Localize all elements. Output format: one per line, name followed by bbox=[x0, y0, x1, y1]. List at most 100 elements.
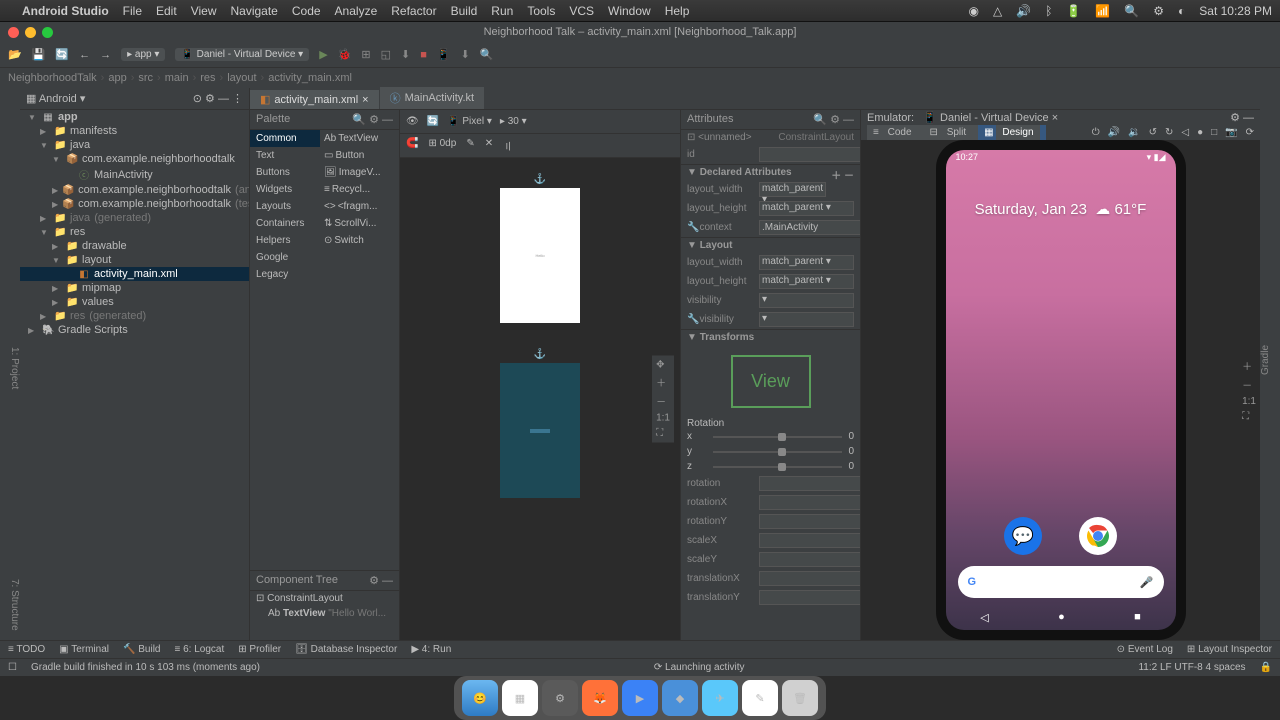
attr-translationx[interactable] bbox=[759, 571, 860, 586]
orientation-icon[interactable]: 🔄 bbox=[427, 116, 439, 127]
mode-code[interactable]: ≡ Code bbox=[867, 125, 924, 140]
menu-edit[interactable]: Edit bbox=[156, 4, 177, 18]
mode-design[interactable]: ▦ Design bbox=[978, 125, 1045, 140]
comp-tree-root[interactable]: ⊡ ConstraintLayout bbox=[250, 591, 399, 606]
pal-scrollview[interactable]: ⇅ ScrollVi... bbox=[320, 215, 399, 232]
volume-icon[interactable]: 🔊 bbox=[1016, 4, 1031, 18]
pal-fragment[interactable]: <> <fragm... bbox=[320, 198, 399, 215]
tab-activity-main[interactable]: ◧activity_main.xml × bbox=[250, 90, 379, 109]
palette-tools[interactable]: 🔍 ⚙ — bbox=[352, 113, 393, 126]
attr-id-input[interactable] bbox=[759, 147, 860, 162]
zoom-fit-icon[interactable]: 1:1 bbox=[656, 413, 670, 424]
dock-settings[interactable]: ⚙ bbox=[542, 680, 578, 716]
mic-icon[interactable]: 🎤 bbox=[1140, 576, 1154, 589]
todo-tab[interactable]: ≡ TODO bbox=[8, 644, 45, 655]
gradle-tab[interactable]: Gradle bbox=[1260, 345, 1271, 375]
emu-rotate-right-icon[interactable]: ↻ bbox=[1165, 127, 1173, 138]
lock-icon[interactable]: 🔒 bbox=[1260, 662, 1272, 673]
emu-rotate-left-icon[interactable]: ↺ bbox=[1149, 127, 1157, 138]
tree-pkg2[interactable]: ▶📦com.example.neighborhoodtalk (androidT… bbox=[20, 183, 249, 197]
dock-quicktime[interactable]: ▶ bbox=[622, 680, 658, 716]
profile-button[interactable]: ◱ bbox=[381, 48, 391, 61]
google-search-bar[interactable]: G 🎤 bbox=[958, 566, 1164, 598]
tree-gradle[interactable]: ▶🐘Gradle Scripts bbox=[20, 323, 249, 337]
dock-firefox[interactable]: 🦊 bbox=[582, 680, 618, 716]
menu-window[interactable]: Window bbox=[608, 4, 651, 18]
traffic-lights[interactable] bbox=[8, 27, 53, 38]
messages-app-icon[interactable]: 💬 bbox=[1004, 517, 1042, 555]
tree-drawable[interactable]: ▶📁drawable bbox=[20, 239, 249, 253]
dock-app3[interactable]: ✎ bbox=[742, 680, 778, 716]
attr-scaley[interactable] bbox=[759, 552, 860, 567]
device-picker[interactable]: 📱 Pixel ▾ bbox=[447, 116, 492, 127]
menu-build[interactable]: Build bbox=[451, 4, 478, 18]
tree-layout[interactable]: ▼📁layout bbox=[20, 253, 249, 267]
tree-activity-main[interactable]: ◧activity_main.xml bbox=[20, 267, 249, 281]
control-center-icon[interactable]: ⚙ bbox=[1153, 4, 1164, 18]
pal-cat-buttons[interactable]: Buttons bbox=[250, 164, 320, 181]
slider-x[interactable] bbox=[713, 436, 842, 438]
emu-device-tab[interactable]: 📱 Daniel - Virtual Device × bbox=[923, 112, 1058, 124]
api-picker[interactable]: ▸ 30 ▾ bbox=[500, 116, 527, 127]
attr-lw[interactable]: match_parent ▾ bbox=[759, 182, 826, 197]
nav-home[interactable]: ● bbox=[1058, 611, 1065, 624]
attr-scalex[interactable] bbox=[759, 533, 860, 548]
zoom-expand-icon[interactable]: ⛶ bbox=[656, 428, 670, 439]
slider-y[interactable] bbox=[713, 451, 842, 453]
pal-switch[interactable]: ⊙ Switch bbox=[320, 232, 399, 249]
mode-split[interactable]: ⊟ Split bbox=[924, 125, 979, 140]
project-settings-icon[interactable]: ⊙ ⚙ — ⋮ bbox=[193, 92, 243, 105]
attr-rotationx[interactable] bbox=[759, 495, 860, 510]
close-tab-icon[interactable]: × bbox=[362, 94, 368, 106]
tree-main-activity[interactable]: ⓒMainActivity bbox=[20, 166, 249, 183]
wifi-icon[interactable]: 📶 bbox=[1095, 4, 1110, 18]
attr-translationy[interactable] bbox=[759, 590, 860, 605]
tab-main-activity[interactable]: ⓚMainActivity.kt bbox=[380, 87, 484, 109]
bc-6[interactable]: activity_main.xml bbox=[268, 72, 352, 84]
attrs-tools[interactable]: 🔍 ⚙ — bbox=[813, 113, 854, 126]
default-margin[interactable]: ⊞ 0dp bbox=[428, 138, 456, 153]
build-tab[interactable]: 🔨 Build bbox=[123, 644, 160, 655]
device-selector[interactable]: 📱 Daniel - Virtual Device ▾ bbox=[175, 48, 309, 61]
db-inspector-tab[interactable]: 🗄 Database Inspector bbox=[295, 644, 397, 655]
chrome-app-icon[interactable] bbox=[1079, 517, 1117, 555]
menu-file[interactable]: File bbox=[123, 4, 142, 18]
dock-finder[interactable]: 😊 bbox=[462, 680, 498, 716]
dock-app2[interactable]: ✈ bbox=[702, 680, 738, 716]
magnet-icon[interactable]: 🧲 bbox=[406, 138, 418, 153]
zoom-in-icon[interactable]: ＋ bbox=[656, 375, 670, 390]
section-declared[interactable]: ▼ Declared Attributes ＋ － bbox=[681, 164, 860, 180]
module-selector[interactable]: ▸ app ▾ bbox=[121, 48, 165, 61]
emu-overview-icon[interactable]: □ bbox=[1211, 127, 1217, 138]
emu-volup-icon[interactable]: 🔊 bbox=[1108, 127, 1120, 138]
attr-visibility2[interactable]: ▾ bbox=[759, 312, 854, 327]
sync-icon[interactable]: △ bbox=[993, 4, 1002, 18]
menu-view[interactable]: View bbox=[191, 4, 217, 18]
phone-screen[interactable]: 10:27 ▾ ▮◢ Saturday, Jan 23 ☁ 61°F 💬 bbox=[946, 150, 1176, 630]
emu-home-icon[interactable]: ● bbox=[1197, 127, 1203, 138]
comp-tree-textview[interactable]: Ab TextView "Hello Worl... bbox=[250, 606, 399, 621]
open-icon[interactable]: 📂 bbox=[8, 48, 22, 61]
run-button[interactable]: ▶ bbox=[319, 48, 327, 61]
stop-button[interactable]: ■ bbox=[420, 49, 427, 61]
logcat-tab[interactable]: ≡ 6: Logcat bbox=[174, 644, 224, 655]
pal-cat-text[interactable]: Text bbox=[250, 147, 320, 164]
pal-cat-layouts[interactable]: Layouts bbox=[250, 198, 320, 215]
clock[interactable]: Sat 10:28 PM bbox=[1199, 4, 1272, 18]
clear-icon[interactable]: ✕ bbox=[485, 138, 493, 153]
coverage-button[interactable]: ⊞ bbox=[361, 48, 370, 61]
emu-screenshot-icon[interactable]: 📷 bbox=[1225, 127, 1237, 138]
design-canvas[interactable]: ⚓ Hello ⚓ ✥ ＋ － 1:1 ⛶ bbox=[400, 158, 680, 640]
bc-2[interactable]: src bbox=[138, 72, 153, 84]
menu-app[interactable]: Android Studio bbox=[22, 4, 109, 18]
emu-zoom-out[interactable]: － bbox=[1242, 377, 1256, 392]
emu-zoom-fit[interactable]: 1:1 bbox=[1242, 396, 1256, 407]
tree-mipmap[interactable]: ▶📁mipmap bbox=[20, 281, 249, 295]
slider-z[interactable] bbox=[713, 466, 842, 468]
menu-refactor[interactable]: Refactor bbox=[391, 4, 436, 18]
back-icon[interactable]: ← bbox=[79, 49, 90, 61]
pal-imageview[interactable]: 🖼 ImageV... bbox=[320, 164, 399, 181]
tree-pkg3[interactable]: ▶📦com.example.neighborhoodtalk (test) bbox=[20, 197, 249, 211]
profiler-tab[interactable]: ⊞ Profiler bbox=[238, 644, 281, 655]
section-transforms[interactable]: ▼ Transforms bbox=[681, 329, 860, 345]
